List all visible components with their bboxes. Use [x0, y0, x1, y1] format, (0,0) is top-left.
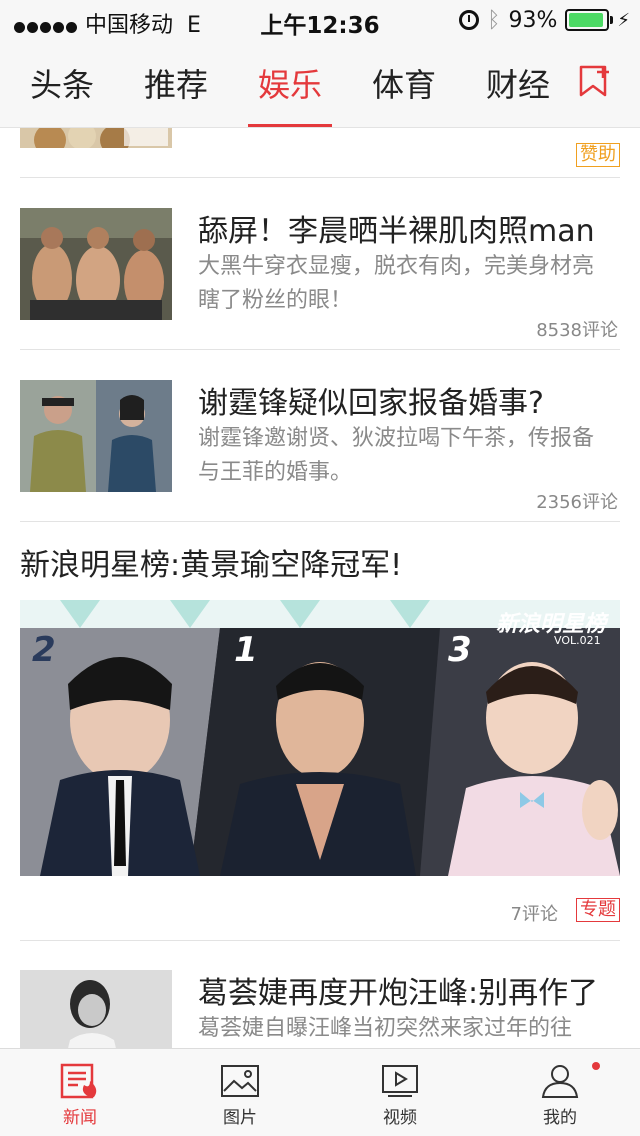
comment-count: 2356评论: [536, 492, 618, 513]
category-tabs: 头条 推荐 娱乐 体育 财经: [0, 40, 640, 128]
bottom-tab-bar: 新闻 图片 视频 我的: [0, 1048, 640, 1136]
news-thumbnail: [20, 208, 172, 320]
tab-entertainment[interactable]: 娱乐: [258, 60, 322, 106]
news-description: 谢霆锋邀谢贤、狄波拉喝下午茶，传报备与王菲的婚事。: [198, 426, 595, 485]
comment-count: 8538评论: [536, 320, 618, 341]
signal-icon: [14, 14, 79, 39]
banner-volume: VOL.021: [554, 634, 601, 647]
tab-label: 我的: [543, 1108, 577, 1128]
rank-label: 3: [448, 630, 472, 670]
divider: [20, 521, 620, 522]
comment-count: 7评论: [510, 904, 558, 925]
battery-icon: [565, 9, 614, 31]
tab-profile[interactable]: 我的: [480, 1049, 640, 1136]
divider: [20, 940, 620, 941]
network-type: E: [187, 13, 201, 38]
picture-icon: [221, 1065, 259, 1097]
news-description: 葛荟婕自曝汪峰当初突然来家过年的往: [198, 1016, 573, 1041]
tab-headlines[interactable]: 头条: [30, 60, 94, 106]
news-title: 谢霆锋疑似回家报备婚事?: [198, 386, 544, 421]
news-thumbnail: [20, 380, 172, 492]
charging-icon: ⚡: [617, 9, 630, 31]
add-channel-icon: [579, 65, 609, 97]
status-right: ᛒ 93% ⚡: [459, 7, 630, 33]
sponsored-badge: 赞助: [576, 143, 620, 167]
tab-label: 视频: [383, 1108, 417, 1128]
tab-label: 图片: [223, 1108, 257, 1128]
divider: [20, 349, 620, 350]
rank-label: 1: [234, 630, 258, 670]
notification-dot: [592, 1062, 600, 1070]
carrier-name: 中国移动: [85, 13, 174, 38]
active-tab-indicator: [248, 124, 332, 127]
battery-fill: [569, 13, 603, 27]
news-icon: [60, 1063, 97, 1099]
news-title: 葛荟婕再度开炮汪峰:别再作了: [198, 976, 599, 1011]
feature-banner: 2 1 3 新浪明星榜 VOL.021: [20, 600, 620, 876]
news-description: 大黑牛穿衣显瘦，脱衣有肉，完美身材亮瞎了粉丝的眼！: [198, 254, 595, 313]
feature-title: 新浪明星榜:黄景瑜空降冠军!: [20, 548, 403, 583]
news-feed[interactable]: 赞助 舔屏！李晨晒半裸肌肉照man 大黑牛穿衣显瘦，脱衣有肉，完美身材亮瞎了粉丝…: [0, 128, 640, 1048]
battery-percent: 93%: [508, 7, 558, 33]
video-icon: [382, 1065, 418, 1097]
tab-label: 新闻: [63, 1108, 97, 1128]
divider: [20, 177, 620, 178]
status-bar: 中国移动 E 上午12:36 ᛒ 93% ⚡: [0, 0, 640, 40]
ad-thumbnail[interactable]: [20, 128, 172, 148]
tab-news[interactable]: 新闻: [0, 1049, 160, 1136]
tab-recommend[interactable]: 推荐: [144, 60, 208, 106]
news-title: 舔屏！李晨晒半裸肌肉照man: [198, 214, 595, 249]
add-channel-button[interactable]: [556, 40, 640, 127]
alarm-icon: [459, 10, 480, 30]
rank-label: 2: [32, 630, 56, 670]
tab-sports[interactable]: 体育: [372, 60, 436, 106]
tab-video[interactable]: 视频: [320, 1049, 480, 1136]
topic-badge: 专题: [576, 898, 620, 922]
tab-pictures[interactable]: 图片: [160, 1049, 320, 1136]
news-thumbnail: [20, 970, 172, 1048]
carrier-info: 中国移动 E: [14, 7, 201, 39]
bluetooth-icon: ᛒ: [487, 7, 501, 33]
tab-finance[interactable]: 财经: [486, 60, 550, 106]
profile-icon: [541, 1065, 579, 1098]
